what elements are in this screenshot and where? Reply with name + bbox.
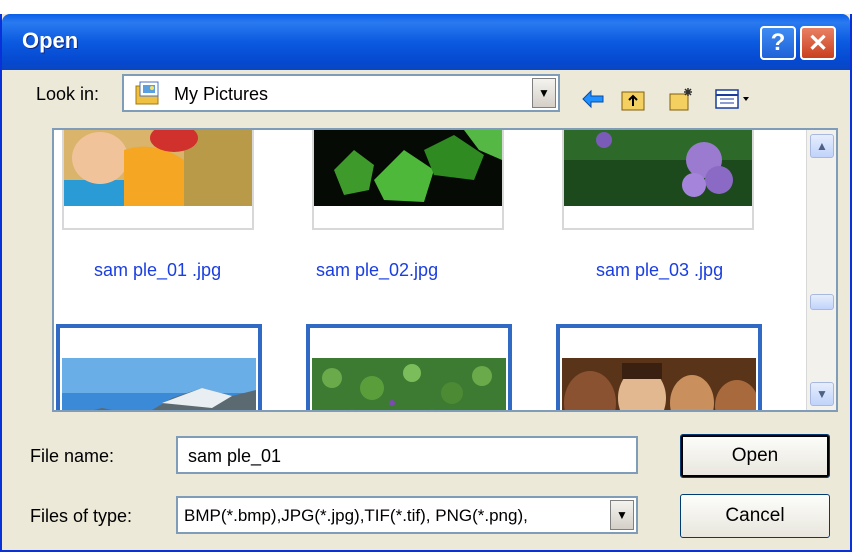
my-pictures-folder-icon xyxy=(135,81,159,105)
thumbnail-image xyxy=(564,130,752,206)
thumbnail-image xyxy=(314,130,502,206)
look-in-label: Look in: xyxy=(36,84,100,104)
up-one-level-icon[interactable] xyxy=(620,86,646,112)
back-arrow-icon[interactable] xyxy=(580,86,606,112)
help-icon: ? xyxy=(770,29,786,56)
file-type-label: Files of type: xyxy=(30,506,133,526)
thumbnail-frame xyxy=(312,130,504,230)
title-bar[interactable]: Open ? ✕ xyxy=(2,14,850,70)
file-thumbnail-selected[interactable] xyxy=(556,324,762,410)
open-button-label: Open xyxy=(731,445,779,466)
cancel-button-label: Cancel xyxy=(725,505,785,526)
scroll-down-button[interactable]: ▼ xyxy=(810,382,834,406)
look-in-dropdown[interactable]: My Pictures ▼ xyxy=(122,74,560,112)
file-name-label: File name: xyxy=(30,446,115,466)
thumbnail-image xyxy=(64,130,252,206)
help-button[interactable]: ? xyxy=(760,26,796,60)
chevron-down-icon[interactable]: ▼ xyxy=(532,78,556,108)
new-folder-icon[interactable] xyxy=(668,86,694,112)
file-thumbnail[interactable] xyxy=(312,130,504,230)
file-name-label: sam ple_03 .jpg xyxy=(596,260,724,280)
cancel-button[interactable]: Cancel xyxy=(680,494,830,538)
scrollbar-thumb[interactable] xyxy=(810,294,834,310)
chevron-up-icon: ▲ xyxy=(816,139,828,153)
file-list-pane[interactable]: sam ple_01 .jpg sam ple_02.jpg sam ple_0… xyxy=(52,128,838,412)
file-thumbnail-selected[interactable] xyxy=(56,324,262,410)
vertical-scrollbar[interactable]: ▲ ▼ xyxy=(806,130,836,410)
window-title: Open xyxy=(22,28,79,53)
chevron-down-icon: ▼ xyxy=(816,387,828,401)
open-button[interactable]: Open xyxy=(680,434,830,478)
file-type-value: BMP(*.bmp),JPG(*.jpg),TIF(*.tif), PNG(*.… xyxy=(184,506,528,525)
thumbnail-image xyxy=(62,358,256,410)
file-thumbnail[interactable] xyxy=(562,130,754,230)
file-name-value: sam ple_01 xyxy=(188,446,282,466)
look-in-value: My Pictures xyxy=(174,84,269,104)
file-name-label: sam ple_02.jpg xyxy=(316,260,439,280)
file-name-input[interactable]: sam ple_01 xyxy=(176,436,638,474)
view-menu-icon[interactable] xyxy=(714,86,754,112)
close-button[interactable]: ✕ xyxy=(800,26,836,60)
thumbnail-image xyxy=(562,358,756,410)
file-thumbnail-selected[interactable] xyxy=(306,324,512,410)
thumbnail-image xyxy=(312,358,506,410)
thumbnail-frame xyxy=(562,130,754,230)
file-type-dropdown[interactable]: BMP(*.bmp),JPG(*.jpg),TIF(*.tif), PNG(*.… xyxy=(176,496,638,534)
scroll-up-button[interactable]: ▲ xyxy=(810,134,834,158)
thumbnail-frame xyxy=(62,130,254,230)
file-thumbnail[interactable] xyxy=(62,130,254,230)
chevron-down-icon[interactable]: ▼ xyxy=(610,500,634,530)
file-name-label: sam ple_01 .jpg xyxy=(94,260,222,280)
close-icon: ✕ xyxy=(807,29,829,57)
